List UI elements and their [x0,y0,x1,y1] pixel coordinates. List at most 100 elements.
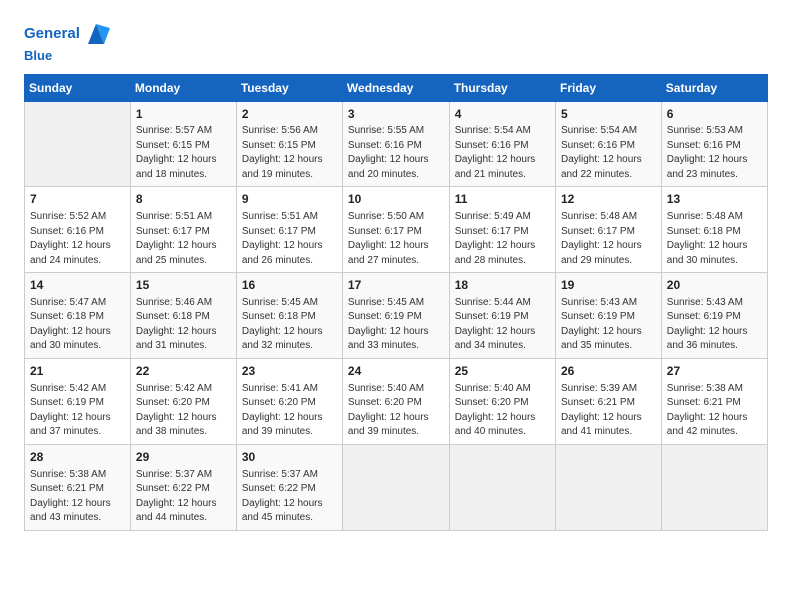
day-info: Sunrise: 5:40 AM Sunset: 6:20 PM Dayligh… [455,382,550,440]
logo: General Blue [24,20,110,64]
calendar-table: SundayMondayTuesdayWednesdayThursdayFrid… [24,74,768,531]
calendar-cell: 30 Sunrise: 5:37 AM Sunset: 6:22 PM Dayli… [236,444,342,530]
day-number: 13 [667,191,762,208]
day-info: Sunrise: 5:48 AM Sunset: 6:17 PM Dayligh… [561,210,656,268]
day-number: 3 [348,106,444,123]
calendar-cell: 22Sunrise: 5:42 AM Sunset: 6:20 PM Dayli… [130,358,236,444]
day-info: Sunrise: 5:38 AM Sunset: 6:21 PM Dayligh… [667,382,762,440]
day-number: 27 [667,363,762,380]
calendar-cell [449,444,555,530]
day-info: Sunrise: 5:42 AM Sunset: 6:20 PM Dayligh… [136,382,231,440]
day-info: Sunrise: 5:37 AM Sunset: 6:22 PM Dayligh… [136,468,231,526]
calendar-week-1: 1Sunrise: 5:57 AM Sunset: 6:15 PM Daylig… [25,101,768,187]
calendar-cell: 5Sunrise: 5:54 AM Sunset: 6:16 PM Daylig… [555,101,661,187]
day-info: Sunrise: 5:53 AM Sunset: 6:16 PM Dayligh… [667,124,762,182]
day-info: Sunrise: 5:43 AM Sunset: 6:19 PM Dayligh… [561,296,656,354]
calendar-cell: 15Sunrise: 5:46 AM Sunset: 6:18 PM Dayli… [130,273,236,359]
calendar-week-4: 21 Sunrise: 5:42 AM Sunset: 6:19 PM Dayli… [25,358,768,444]
calendar-week-5: 28 Sunrise: 5:38 AM Sunset: 6:21 PM Dayli… [25,444,768,530]
day-number: 26 [561,363,656,380]
day-info: Sunrise: 5:45 AM Sunset: 6:19 PM Dayligh… [348,296,444,354]
day-info: Sunrise: 5:43 AM Sunset: 6:19 PM Dayligh… [667,296,762,354]
calendar-cell: 25Sunrise: 5:40 AM Sunset: 6:20 PM Dayli… [449,358,555,444]
day-number: 4 [455,106,550,123]
day-number: 2 [242,106,337,123]
day-number: 1 [136,106,231,123]
day-number: 18 [455,277,550,294]
page-header: General Blue [24,20,768,64]
calendar-cell: 11 Sunrise: 5:49 AM Sunset: 6:17 PM Dayli… [449,187,555,273]
calendar-cell: 2Sunrise: 5:56 AM Sunset: 6:15 PM Daylig… [236,101,342,187]
calendar-cell: 3Sunrise: 5:55 AM Sunset: 6:16 PM Daylig… [342,101,449,187]
calendar-cell: 4Sunrise: 5:54 AM Sunset: 6:16 PM Daylig… [449,101,555,187]
calendar-cell [555,444,661,530]
day-info: Sunrise: 5:54 AM Sunset: 6:16 PM Dayligh… [455,124,550,182]
calendar-cell: 9 Sunrise: 5:51 AM Sunset: 6:17 PM Daylig… [236,187,342,273]
calendar-cell: 1Sunrise: 5:57 AM Sunset: 6:15 PM Daylig… [130,101,236,187]
calendar-cell: 18 Sunrise: 5:44 AM Sunset: 6:19 PM Dayli… [449,273,555,359]
calendar-cell: 12 Sunrise: 5:48 AM Sunset: 6:17 PM Dayli… [555,187,661,273]
calendar-cell: 14 Sunrise: 5:47 AM Sunset: 6:18 PM Dayli… [25,273,131,359]
day-info: Sunrise: 5:38 AM Sunset: 6:21 PM Dayligh… [30,468,125,526]
weekday-header-tuesday: Tuesday [236,74,342,101]
calendar-cell: 10Sunrise: 5:50 AM Sunset: 6:17 PM Dayli… [342,187,449,273]
weekday-header-thursday: Thursday [449,74,555,101]
day-number: 20 [667,277,762,294]
day-number: 19 [561,277,656,294]
day-info: Sunrise: 5:48 AM Sunset: 6:18 PM Dayligh… [667,210,762,268]
day-info: Sunrise: 5:57 AM Sunset: 6:15 PM Dayligh… [136,124,231,182]
day-info: Sunrise: 5:37 AM Sunset: 6:22 PM Dayligh… [242,468,337,526]
day-info: Sunrise: 5:40 AM Sunset: 6:20 PM Dayligh… [348,382,444,440]
day-number: 29 [136,449,231,466]
weekday-header-saturday: Saturday [661,74,767,101]
day-number: 12 [561,191,656,208]
calendar-cell: 17Sunrise: 5:45 AM Sunset: 6:19 PM Dayli… [342,273,449,359]
calendar-cell [342,444,449,530]
day-number: 24 [348,363,444,380]
day-number: 21 [30,363,125,380]
calendar-cell: 13 Sunrise: 5:48 AM Sunset: 6:18 PM Dayli… [661,187,767,273]
logo-text: General [24,20,110,48]
day-info: Sunrise: 5:42 AM Sunset: 6:19 PM Dayligh… [30,382,125,440]
day-info: Sunrise: 5:47 AM Sunset: 6:18 PM Dayligh… [30,296,125,354]
calendar-cell: 16Sunrise: 5:45 AM Sunset: 6:18 PM Dayli… [236,273,342,359]
logo-blue: Blue [24,48,110,64]
calendar-cell: 26Sunrise: 5:39 AM Sunset: 6:21 PM Dayli… [555,358,661,444]
day-number: 23 [242,363,337,380]
calendar-cell: 23 Sunrise: 5:41 AM Sunset: 6:20 PM Dayli… [236,358,342,444]
calendar-cell: 29 Sunrise: 5:37 AM Sunset: 6:22 PM Dayli… [130,444,236,530]
day-info: Sunrise: 5:41 AM Sunset: 6:20 PM Dayligh… [242,382,337,440]
weekday-header-friday: Friday [555,74,661,101]
calendar-cell: 6Sunrise: 5:53 AM Sunset: 6:16 PM Daylig… [661,101,767,187]
calendar-week-3: 14 Sunrise: 5:47 AM Sunset: 6:18 PM Dayli… [25,273,768,359]
logo-icon [82,20,110,48]
day-info: Sunrise: 5:51 AM Sunset: 6:17 PM Dayligh… [242,210,337,268]
day-info: Sunrise: 5:44 AM Sunset: 6:19 PM Dayligh… [455,296,550,354]
calendar-week-2: 7 Sunrise: 5:52 AM Sunset: 6:16 PM Daylig… [25,187,768,273]
calendar-header-row: SundayMondayTuesdayWednesdayThursdayFrid… [25,74,768,101]
calendar-cell: 24 Sunrise: 5:40 AM Sunset: 6:20 PM Dayli… [342,358,449,444]
day-number: 11 [455,191,550,208]
day-number: 15 [136,277,231,294]
weekday-header-monday: Monday [130,74,236,101]
day-number: 30 [242,449,337,466]
day-info: Sunrise: 5:52 AM Sunset: 6:16 PM Dayligh… [30,210,125,268]
day-number: 28 [30,449,125,466]
calendar-cell: 27 Sunrise: 5:38 AM Sunset: 6:21 PM Dayli… [661,358,767,444]
day-number: 10 [348,191,444,208]
weekday-header-sunday: Sunday [25,74,131,101]
calendar-cell: 7 Sunrise: 5:52 AM Sunset: 6:16 PM Daylig… [25,187,131,273]
calendar-cell: 8Sunrise: 5:51 AM Sunset: 6:17 PM Daylig… [130,187,236,273]
calendar-cell: 19 Sunrise: 5:43 AM Sunset: 6:19 PM Dayli… [555,273,661,359]
calendar-cell: 28 Sunrise: 5:38 AM Sunset: 6:21 PM Dayli… [25,444,131,530]
day-number: 7 [30,191,125,208]
day-number: 14 [30,277,125,294]
day-info: Sunrise: 5:49 AM Sunset: 6:17 PM Dayligh… [455,210,550,268]
day-info: Sunrise: 5:56 AM Sunset: 6:15 PM Dayligh… [242,124,337,182]
calendar-cell: 20 Sunrise: 5:43 AM Sunset: 6:19 PM Dayli… [661,273,767,359]
day-number: 8 [136,191,231,208]
calendar-cell: 21 Sunrise: 5:42 AM Sunset: 6:19 PM Dayli… [25,358,131,444]
day-info: Sunrise: 5:54 AM Sunset: 6:16 PM Dayligh… [561,124,656,182]
day-number: 9 [242,191,337,208]
calendar-cell [661,444,767,530]
